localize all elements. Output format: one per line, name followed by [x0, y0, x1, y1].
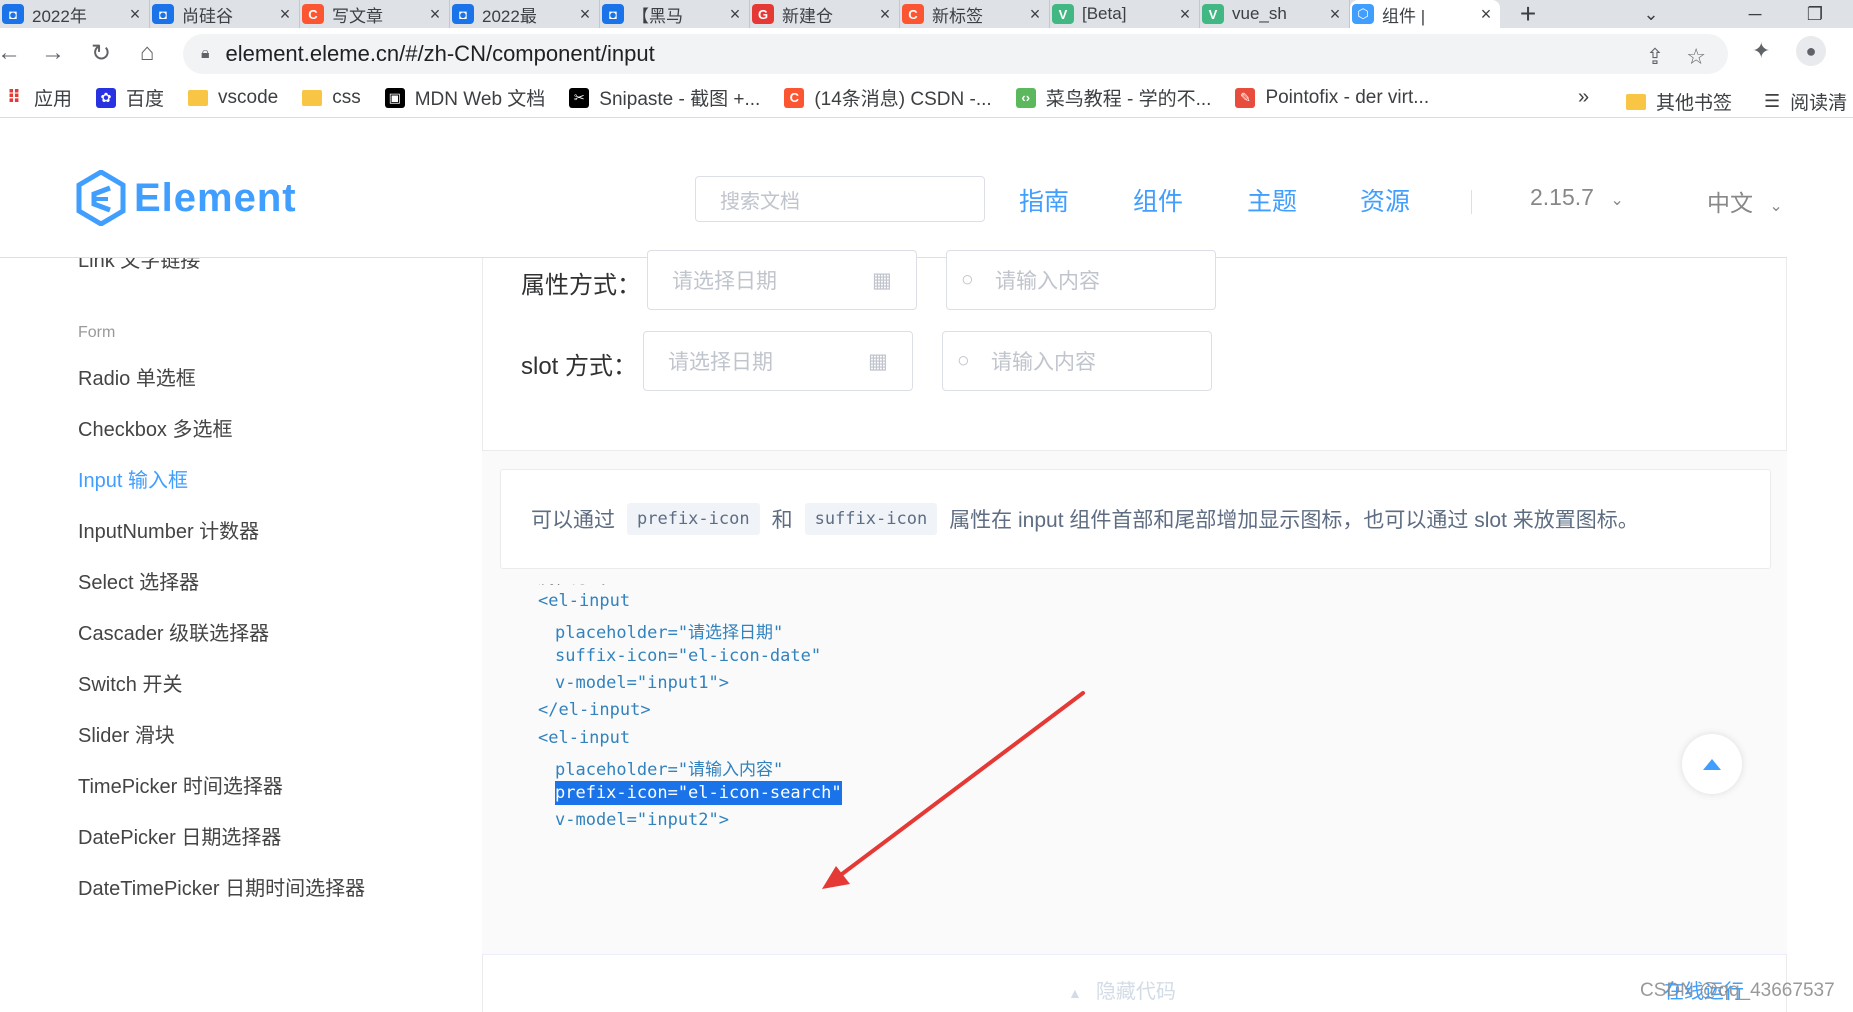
watermark: CSDN @qq_43667537 [1640, 980, 1835, 1001]
caret-up-icon: ▲ [1068, 985, 1082, 1001]
arrow-up-icon [1703, 758, 1721, 770]
demo-footer: ▲ 隐藏代码 在线运行 [482, 954, 1787, 1012]
back-to-top-button[interactable] [1682, 734, 1742, 794]
hide-code-button[interactable]: ▲ 隐藏代码 [1068, 975, 1176, 1004]
hide-code-label: 隐藏代码 [1095, 981, 1176, 1003]
annotation-arrow [822, 691, 1085, 889]
